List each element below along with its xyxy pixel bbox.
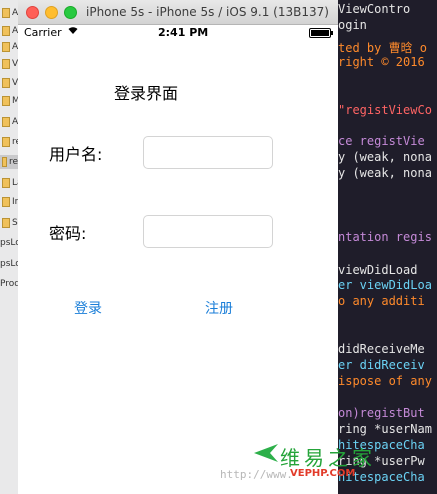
code-line: ring *userNam xyxy=(338,422,432,436)
folder-icon xyxy=(2,218,10,228)
battery-icon xyxy=(309,28,333,38)
carrier-label: Carrier xyxy=(24,26,62,39)
register-button[interactable]: 注册 xyxy=(205,298,233,318)
username-input[interactable] xyxy=(143,136,273,169)
zoom-window-button[interactable] xyxy=(64,6,77,19)
code-line: "registViewCo xyxy=(338,103,432,117)
minimize-window-button[interactable] xyxy=(45,6,58,19)
simulator-window: iPhone 5s - iPhone 5s / iOS 9.1 (13B137)… xyxy=(18,0,338,494)
window-title: iPhone 5s - iPhone 5s / iOS 9.1 (13B137) xyxy=(86,5,329,19)
wifi-icon xyxy=(68,27,78,34)
file-icon xyxy=(2,96,10,106)
code-line: didReceiveMe xyxy=(338,342,425,356)
assets-icon xyxy=(2,117,10,127)
file-icon xyxy=(2,42,10,52)
code-line: right © 2016 xyxy=(338,55,425,69)
code-line: y (weak, nona xyxy=(338,166,432,180)
file-icon xyxy=(2,178,10,188)
project-navigator: ApsLo Ap Ap Vi Vi Ma As re re La Int Su … xyxy=(0,0,39,494)
code-line: ViewContro xyxy=(338,2,411,16)
code-line: ispose of any xyxy=(338,374,432,388)
window-titlebar: iPhone 5s - iPhone 5s / iOS 9.1 (13B137) xyxy=(18,0,338,25)
code-line: er viewDidLoa xyxy=(338,278,432,292)
code-line: hitespaceCha xyxy=(338,438,425,452)
password-input[interactable] xyxy=(143,215,273,248)
login-button[interactable]: 登录 xyxy=(74,298,102,318)
code-line: viewDidLoad xyxy=(338,263,418,277)
status-bar: Carrier 2:41 PM xyxy=(18,24,338,42)
status-time: 2:41 PM xyxy=(158,26,209,39)
page-title: 登录界面 xyxy=(114,84,179,103)
code-line: y (weak, nona xyxy=(338,150,432,164)
file-icon xyxy=(2,26,10,36)
code-line: ce registVie xyxy=(338,134,425,148)
code-line: ntation regis xyxy=(338,230,432,244)
file-icon xyxy=(2,78,10,88)
code-line: hitespaceCha xyxy=(338,470,425,484)
folder-icon xyxy=(2,8,10,18)
code-editor[interactable]: ViewContro ogin ted by 曹晗 o right © 2016… xyxy=(338,0,437,494)
code-line: ted by 曹晗 o xyxy=(338,41,428,55)
username-label: 用户名: xyxy=(49,145,103,164)
code-line: ring *userPw xyxy=(338,454,425,468)
nav-item-selected[interactable]: re xyxy=(0,155,18,169)
file-icon xyxy=(2,59,10,69)
code-line: on)registBut xyxy=(338,406,425,420)
file-icon xyxy=(2,137,10,147)
nav-item[interactable]: Prod xyxy=(0,277,20,291)
code-line: er didReceiv xyxy=(338,358,425,372)
file-icon xyxy=(2,197,10,207)
password-label: 密码: xyxy=(49,224,87,243)
code-line: ogin xyxy=(338,18,367,32)
close-window-button[interactable] xyxy=(26,6,39,19)
code-line: o any additi xyxy=(338,294,425,308)
file-icon xyxy=(2,157,7,167)
